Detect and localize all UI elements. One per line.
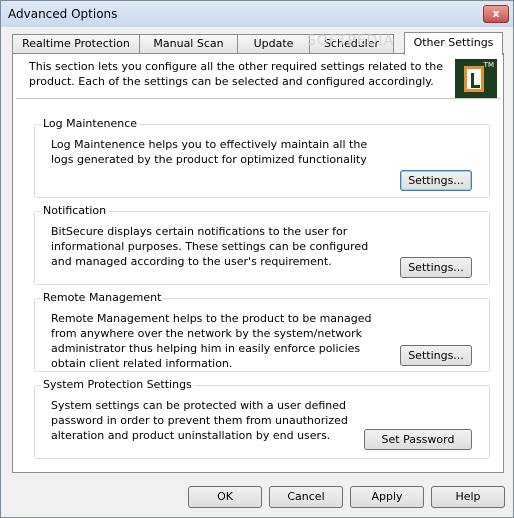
log-maintenance-group: Log Maintenence Log Maintenence helps yo… (34, 117, 490, 198)
bitsecure-logo: TM (455, 59, 497, 99)
remote-management-description: Remote Management helps to the product t… (51, 312, 372, 370)
system-protection-group: System Protection Settings System settin… (34, 378, 490, 459)
title-bar[interactable]: Advanced Options x (1, 1, 513, 27)
remote-management-title: Remote Management (41, 291, 164, 304)
tab-update[interactable]: Update (237, 34, 310, 53)
notification-description: BitSecure displays certain notifications… (51, 225, 369, 268)
tab-realtime-protection[interactable]: Realtime Protection (12, 34, 140, 53)
log-maintenance-title: Log Maintenence (41, 117, 140, 130)
window-title: Advanced Options (8, 7, 118, 21)
set-password-button[interactable]: Set Password (364, 429, 472, 450)
trademark-label: TM (483, 61, 494, 69)
notification-group: Notification BitSecure displays certain … (34, 204, 490, 285)
tab-other-settings[interactable]: Other Settings (404, 32, 503, 55)
logo-mark-icon (464, 66, 484, 92)
notification-title: Notification (41, 204, 109, 217)
log-settings-button[interactable]: Settings... (400, 170, 472, 191)
other-settings-panel: This section lets you configure all the … (12, 53, 504, 473)
advanced-options-window: Advanced Options x Realtime Protection M… (0, 0, 514, 518)
close-button[interactable]: x (483, 5, 509, 23)
cancel-button[interactable]: Cancel (269, 486, 343, 508)
remote-settings-button[interactable]: Settings... (400, 345, 472, 366)
header-divider (16, 98, 500, 99)
system-protection-title: System Protection Settings (41, 378, 194, 391)
system-protection-description: System settings can be protected with a … (51, 399, 348, 442)
tab-manual-scan[interactable]: Manual Scan (139, 34, 238, 53)
help-button[interactable]: Help (431, 486, 505, 508)
intro-text: This section lets you configure all the … (29, 60, 443, 88)
notification-settings-button[interactable]: Settings... (400, 257, 472, 278)
apply-button[interactable]: Apply (350, 486, 424, 508)
log-maintenance-description: Log Maintenence helps you to effectively… (51, 138, 368, 166)
remote-management-group: Remote Management Remote Management help… (34, 291, 490, 372)
softpedia-watermark: SOFTPEDIA (307, 33, 395, 49)
ok-button[interactable]: OK (188, 486, 262, 508)
close-icon: x (492, 7, 500, 20)
